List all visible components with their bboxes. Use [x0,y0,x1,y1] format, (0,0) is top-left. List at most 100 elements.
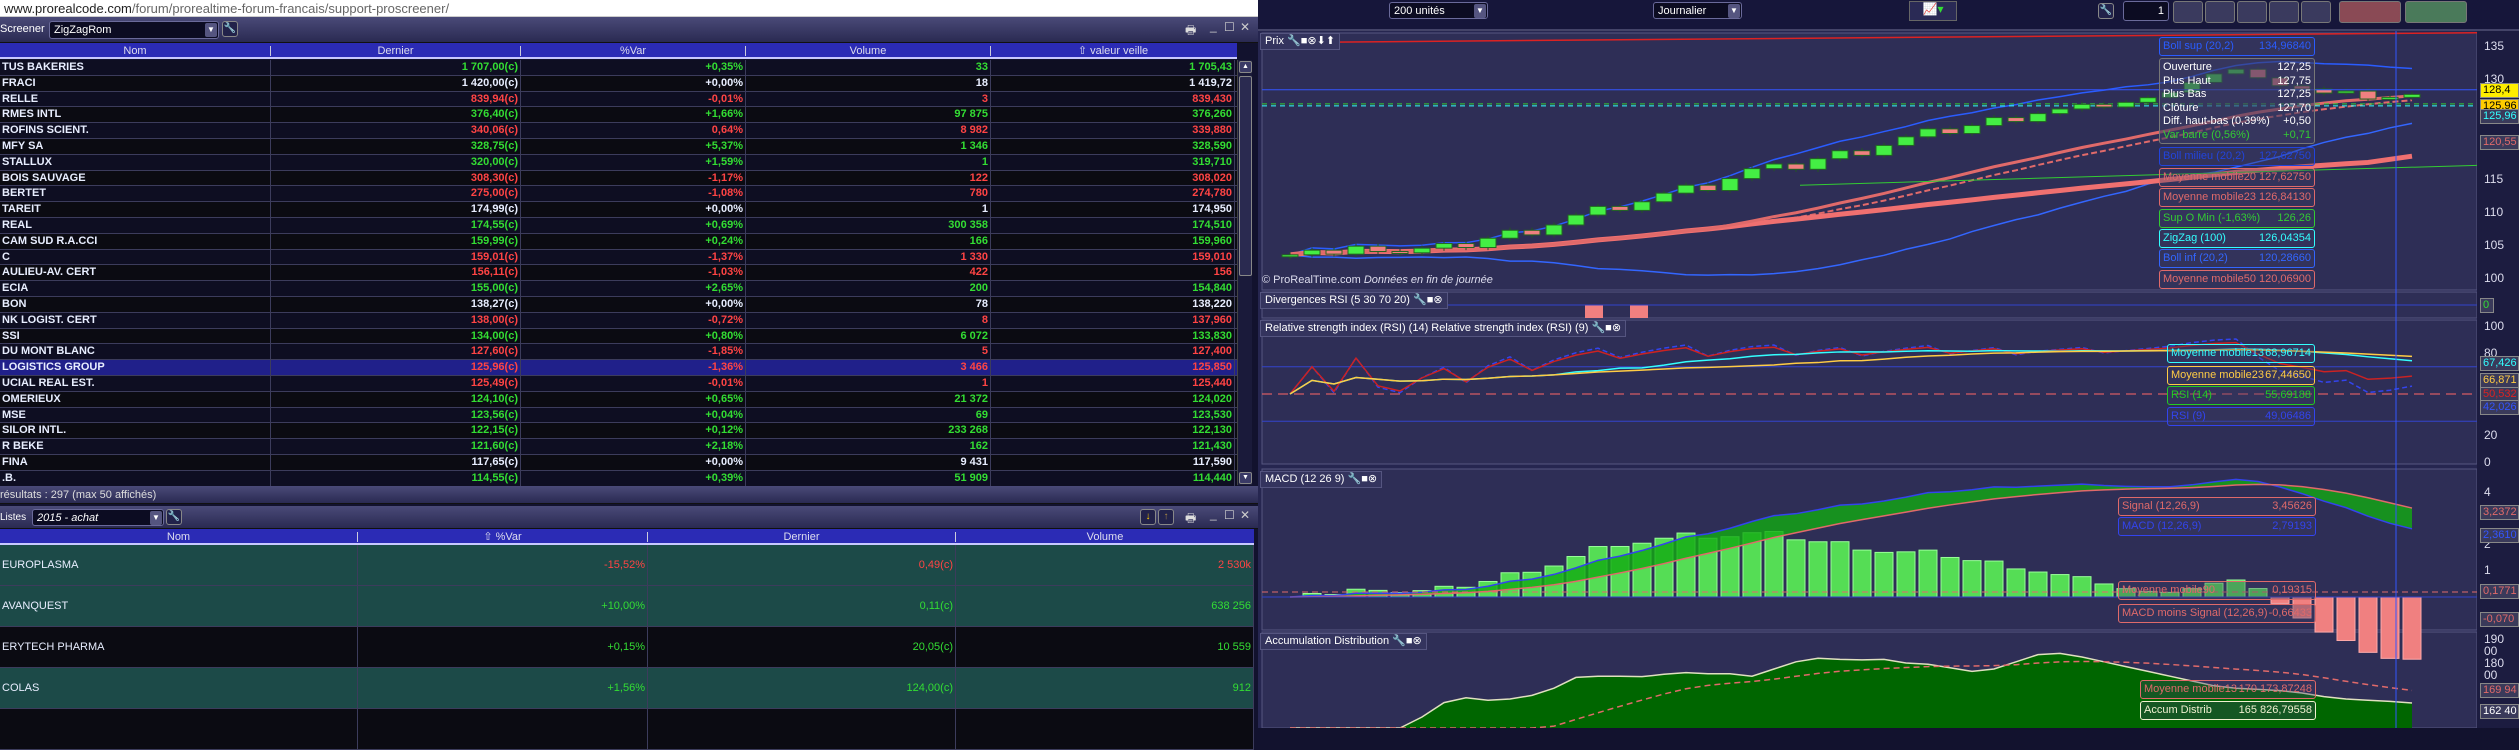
legend-value: 67,44650 [2265,369,2311,381]
legend-label: Boll inf (20,2) [2163,252,2228,264]
maximize-icon[interactable]: ☐ [1224,508,1235,522]
table-row[interactable]: ECIA 155,00(c) +2,65% 200 154,840 [0,281,1237,297]
wrench-icon[interactable]: 🔧 [1287,35,1301,47]
table-row[interactable]: TUS BAKERIES 1 707,00(c) +0,35% 33 1 705,43 [0,60,1237,76]
table-row[interactable]: BERTET 275,00(c) -1,08% 780 274,780 [0,186,1237,203]
minimize-icon[interactable]: _ [1210,507,1217,521]
table-row[interactable]: ROFINS SCIENT. 340,06(c) 0,64% 8 982 339,880 [0,123,1237,139]
cell-dernier: 174,55(c) [271,218,521,233]
table-row[interactable]: R BEKE 121,60(c) +2,18% 162 121,430 [0,439,1237,455]
move-up-icon[interactable]: ⬆ [1326,35,1335,47]
col-nom[interactable]: Nom [0,532,358,543]
table-row[interactable]: RELLE 839,94(c) -0,01% 3 839,430 [0,91,1237,108]
macd-histogram-bar [1852,549,1872,598]
lists-settings-wrench-icon[interactable]: 🔧 [166,509,182,525]
minimize-icon[interactable]: _ [1210,19,1217,33]
print-icon[interactable]: 🖶 [1185,509,1196,530]
close-icon[interactable]: ✕ [1240,20,1250,34]
table-row[interactable]: OMERIEUX 124,10(c) +0,65% 21 372 124,020 [0,391,1237,408]
table-row[interactable]: LOGISTICS GROUP 125,96(c) -1,36% 3 466 125,8… [0,360,1237,376]
legend-value: 120,28660 [2259,252,2311,264]
info-label: Ouverture [2163,61,2212,73]
scroll-down-icon[interactable]: ▼ [1239,472,1252,484]
table-row[interactable]: MFY SA 328,75(c) +5,37% 1 346 328,590 [0,139,1237,155]
table-row[interactable]: STALLUX 320,00(c) +1,59% 1 319,710 [0,154,1237,171]
screener-settings-wrench-icon[interactable]: 🔧 [222,21,238,37]
wrench-icon[interactable]: 🔧 [1413,294,1427,306]
col-dernier[interactable]: Dernier [271,46,521,57]
table-row[interactable]: SSI 134,00(c) +0,80% 6 072 133,830 [0,328,1237,345]
url-path: /forum/prorealtime-forum-francais/suppor… [131,1,450,16]
url-domain: www.prorealcode.com [4,1,132,16]
sort-up-arrow-icon[interactable]: ↑ [1158,509,1174,525]
table-row[interactable]: MSE 123,56(c) +0,04% 69 123,530 [0,407,1237,424]
cell-volume: 9 431 [746,455,991,470]
address-bar[interactable]: www.prorealcode.com/forum/prorealtime-fo… [0,0,1258,17]
list-item[interactable]: COLAS +1,56% 124,00(c) 912 [0,668,1254,709]
divergence-marker [1630,305,1648,318]
table-row[interactable]: CAM SUD R.A.CCI 159,99(c) +0,24% 166 159,960 [0,233,1237,250]
price-tag: 3,2372 [2480,505,2519,520]
list-item[interactable]: AVANQUEST +10,00% 0,11(c) 638 256 [0,586,1254,627]
window-icon[interactable]: ■ [1361,473,1368,485]
col-volume[interactable]: Volume [746,46,991,57]
col-valeur-veille[interactable]: ⇧ valeur veille [991,46,1235,57]
table-row[interactable]: RMES INTL 376,40(c) +1,66% 97 875 376,260 [0,107,1237,124]
cell-dernier: 127,60(c) [271,344,521,360]
cell-dernier: 121,60(c) [271,439,521,454]
table-row[interactable]: SILOR INTL. 122,15(c) +0,12% 233 268 122,130 [0,423,1237,440]
table-row[interactable]: C 159,01(c) -1,37% 1 330 159,010 [0,249,1237,266]
table-row[interactable]: BOIS SAUVAGE 308,30(c) -1,17% 122 308,020 [0,170,1237,187]
close-icon[interactable]: ⊗ [1368,473,1377,485]
lists-select[interactable]: 2015 - achat ▼ [32,509,164,526]
cell-nom: ROFINS SCIENT. [0,123,271,138]
table-row[interactable]: TAREIT 174,99(c) +0,00% 1 174,950 [0,202,1237,218]
table-row[interactable]: UCIAL REAL EST. 125,49(c) -0,01% 1 125,440 [0,376,1237,392]
table-row[interactable]: NK LOGIST. CERT 138,00(c) -0,72% 8 137,960 [0,312,1237,329]
wrench-icon[interactable]: 🔧 [1348,473,1362,485]
axis-tick: 190 00 [2484,632,2505,658]
cell-var: +0,00% [521,297,746,312]
window-icon[interactable]: ■ [1406,635,1413,647]
info-value: 127,25 [2277,61,2311,73]
legend-value: 3,45626 [2272,500,2312,512]
close-icon[interactable]: ✕ [1240,508,1250,522]
table-row[interactable]: FRACI 1 420,00(c) +0,00% 18 1 419,72 [0,75,1237,92]
legend-label: RSI (9) [2171,410,2206,422]
table-row[interactable]: DU MONT BLANC 127,60(c) -1,85% 5 127,400 [0,344,1237,361]
chart-canvas[interactable] [1258,0,2519,728]
move-down-icon[interactable]: ⬇ [1317,35,1326,47]
col-var[interactable]: %Var [521,46,746,57]
col-var[interactable]: ⇧ %Var [358,531,648,543]
table-row[interactable]: .B. 114,55(c) +0,39% 51 909 114,440 [0,470,1237,487]
candle-up [2403,93,2421,98]
scroll-up-icon[interactable]: ▲ [1239,61,1252,73]
window-icon[interactable]: ■ [1605,322,1612,334]
wrench-icon[interactable]: 🔧 [1392,635,1406,647]
print-icon[interactable]: 🖶 [1185,21,1196,42]
col-volume[interactable]: Volume [956,532,1254,543]
list-item[interactable]: ERYTECH PHARMA +0,15% 20,05(c) 10 559 [0,627,1254,668]
close-icon[interactable]: ⊗ [1413,635,1422,647]
table-row[interactable]: AULIEU-AV. CERT 156,11(c) -1,03% 422 156 [0,265,1237,282]
watermark: © ProRealTime.com Données en fin de jour… [1262,274,1493,286]
list-item[interactable]: EUROPLASMA -15,52% 0,49(c) 2 530k [0,545,1254,586]
scroll-thumb[interactable] [1239,76,1252,276]
maximize-icon[interactable]: ☐ [1224,20,1235,34]
close-icon[interactable]: ⊗ [1433,294,1442,306]
cell-dernier: 0,11(c) [648,586,956,626]
table-row[interactable]: BON 138,27(c) +0,00% 78 138,220 [0,297,1237,313]
screener-select[interactable]: ZigZagRom ▼ [49,21,219,39]
macd-histogram-bar [1918,549,1938,598]
table-row[interactable]: FINA 117,65(c) +0,00% 9 431 117,590 [0,455,1237,471]
close-icon[interactable]: ⊗ [1612,322,1621,334]
col-dernier[interactable]: Dernier [648,532,956,543]
col-nom[interactable]: Nom [0,46,271,57]
sort-down-arrow-icon[interactable]: ↓ [1140,509,1156,525]
close-icon[interactable]: ⊗ [1307,35,1316,47]
wrench-icon[interactable]: 🔧 [1591,322,1605,334]
cell-veille: 839,430 [991,91,1235,107]
table-row[interactable]: REAL 174,55(c) +0,69% 300 358 174,510 [0,218,1237,234]
arrow-up-icon: ⇧ [483,531,496,543]
screener-scrollbar[interactable]: ▲ ▼ [1237,60,1252,485]
